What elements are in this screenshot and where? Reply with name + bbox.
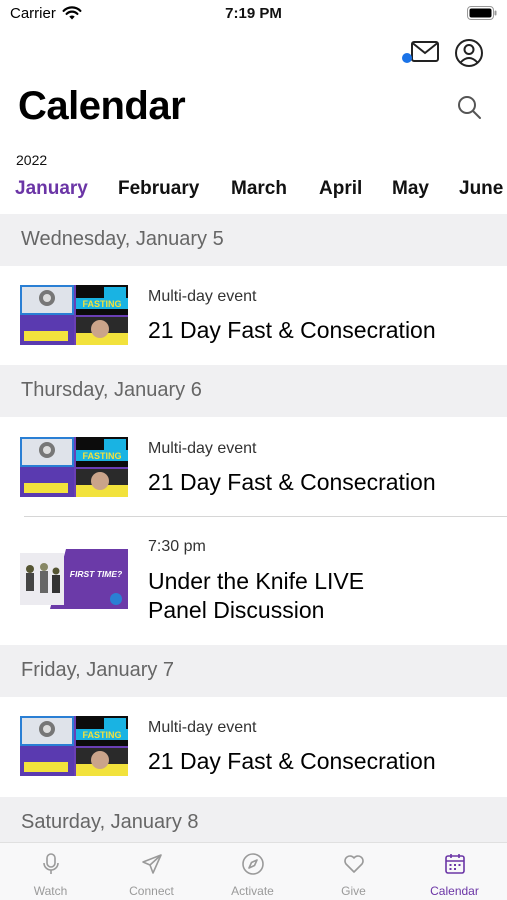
day-header-label: Thursday, January 6 — [21, 379, 202, 401]
calendar-icon — [445, 854, 465, 874]
month-tab-june[interactable]: June — [459, 178, 503, 200]
event-thumbnail-first-time: FIRST TIME? — [20, 549, 128, 609]
day-header: Wednesday, January 5 — [0, 214, 507, 266]
tab-label: Calendar — [430, 884, 479, 898]
thumb-fasting-text: FASTING — [82, 299, 121, 309]
paper-plane-icon — [142, 854, 162, 874]
day-header-label: Wednesday, January 5 — [21, 228, 224, 250]
microphone-icon — [43, 853, 59, 874]
day-header: Friday, January 7 — [0, 645, 507, 697]
event-title-line-1: Under the Knife LIVE — [148, 568, 365, 594]
thumb-first-time-text: FIRST TIME? — [70, 569, 123, 579]
day-header-label: Saturday, January 8 — [21, 811, 199, 833]
event-kind: Multi-day event — [148, 719, 257, 736]
tab-connect[interactable]: Connect — [101, 843, 202, 900]
day-header: Thursday, January 6 — [0, 365, 507, 417]
day-header: Saturday, January 8 — [0, 797, 507, 842]
tab-label: Activate — [231, 884, 274, 898]
event-row[interactable]: FIRST TIME? 7:30 pm Under the Knife LIVE… — [0, 517, 507, 645]
page-title: Calendar — [18, 84, 186, 128]
year-label: 2022 — [16, 152, 48, 168]
tab-calendar[interactable]: Calendar — [404, 843, 505, 900]
tab-label: Connect — [129, 884, 174, 898]
status-time: 7:19 PM — [225, 5, 282, 22]
search-icon[interactable] — [456, 94, 482, 120]
event-title: 21 Day Fast & Consecration — [148, 748, 436, 774]
event-thumbnail-fasting: FASTING — [20, 437, 128, 497]
thumb-fasting-text: FASTING — [82, 451, 121, 461]
thumb-fasting-text: FASTING — [82, 730, 121, 740]
month-tab-february[interactable]: February — [118, 178, 199, 200]
event-title-line-2: Panel Discussion — [148, 597, 325, 623]
status-bar: Carrier 7:19 PM — [0, 0, 507, 30]
event-kind: Multi-day event — [148, 288, 257, 305]
tab-bar: Watch Connect Activate Give Calendar — [0, 842, 507, 900]
event-thumbnail-fasting: FASTING — [20, 716, 128, 776]
event-thumbnail-fasting: FASTING — [20, 285, 128, 345]
tab-activate[interactable]: Activate — [202, 843, 303, 900]
tab-label: Watch — [33, 884, 68, 898]
event-kind: Multi-day event — [148, 440, 257, 457]
compass-icon — [242, 853, 264, 875]
month-tab-april[interactable]: April — [319, 178, 362, 200]
tab-label: Give — [341, 884, 366, 898]
month-tab-january[interactable]: January — [15, 178, 88, 200]
profile-icon[interactable] — [454, 38, 484, 68]
event-row[interactable]: FASTING Multi-day event 21 Day Fast & Co… — [0, 418, 507, 517]
battery-icon — [467, 6, 497, 20]
day-header-label: Friday, January 7 — [21, 659, 175, 681]
heart-icon — [344, 855, 364, 873]
tab-give[interactable]: Give — [303, 843, 404, 900]
event-row[interactable]: FASTING Multi-day event 21 Day Fast & Co… — [0, 266, 507, 365]
notification-dot — [402, 53, 412, 63]
event-row[interactable]: FASTING Multi-day event 21 Day Fast & Co… — [0, 697, 507, 797]
month-tab-may[interactable]: May — [392, 178, 429, 200]
event-time: 7:30 pm — [148, 538, 206, 555]
month-tab-march[interactable]: March — [231, 178, 287, 200]
tab-watch[interactable]: Watch — [0, 843, 101, 900]
event-title: 21 Day Fast & Consecration — [148, 469, 436, 495]
event-title: 21 Day Fast & Consecration — [148, 317, 436, 343]
